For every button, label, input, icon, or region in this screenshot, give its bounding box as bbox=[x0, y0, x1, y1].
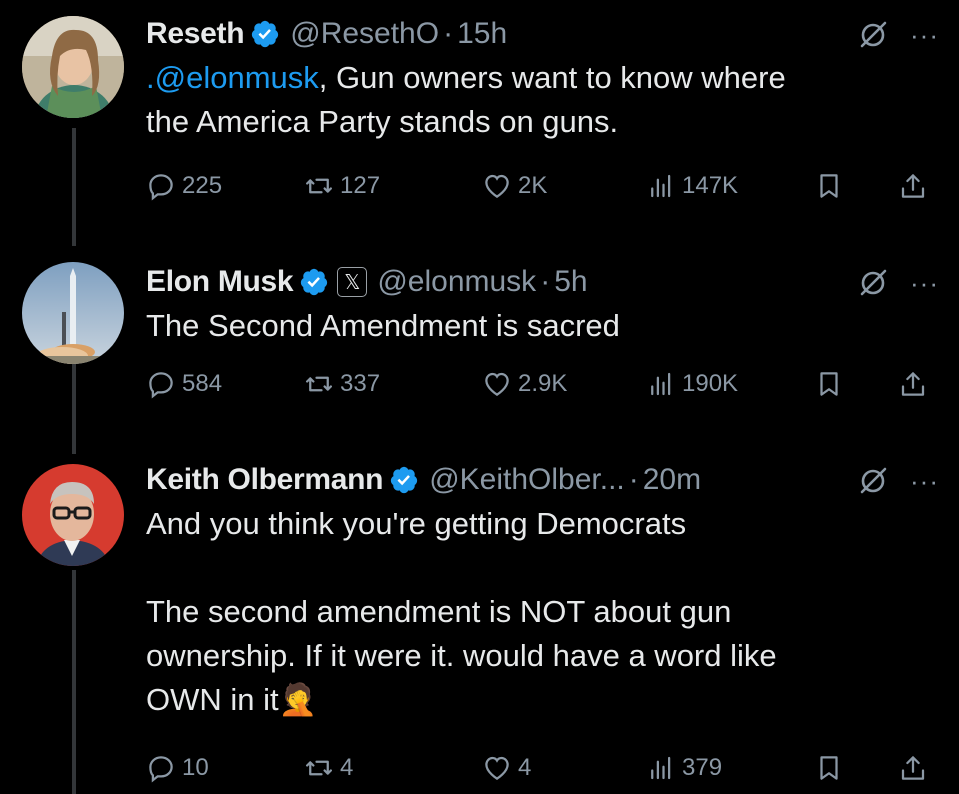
action-bar: 10 4 4 379 bbox=[146, 748, 941, 788]
grok-icon[interactable] bbox=[858, 466, 888, 496]
tweet-reseth[interactable]: Reseth @ResethO · 15h ··· .@elonmusk, Gu… bbox=[0, 0, 959, 250]
user-handle[interactable]: @KeithOlber... bbox=[429, 463, 625, 497]
repost-icon bbox=[306, 376, 332, 392]
avatar-keith-olbermann[interactable] bbox=[22, 464, 124, 566]
avatar-reseth[interactable] bbox=[22, 16, 124, 118]
share-button[interactable] bbox=[898, 753, 928, 783]
mention-link[interactable]: .@elonmusk bbox=[146, 60, 319, 95]
tweet-text: The Second Amendment is sacred bbox=[146, 308, 620, 343]
tweet-text: .@elonmusk, Gun owners want to know wher… bbox=[146, 60, 786, 139]
reply-icon bbox=[149, 174, 173, 201]
timestamp[interactable]: 5h bbox=[554, 265, 587, 299]
share-icon bbox=[901, 174, 925, 198]
avatar-elon-musk[interactable] bbox=[22, 262, 124, 364]
share-icon bbox=[901, 372, 925, 396]
repost-button[interactable]: 4 bbox=[304, 753, 353, 783]
views-icon bbox=[651, 174, 671, 198]
action-bar: 584 337 2.9K 190K bbox=[146, 364, 941, 404]
timestamp[interactable]: 20m bbox=[643, 463, 701, 497]
repost-count: 337 bbox=[340, 370, 381, 397]
verified-badge-icon bbox=[252, 20, 279, 48]
reply-button[interactable]: 10 bbox=[146, 753, 209, 783]
reply-icon bbox=[149, 756, 173, 783]
action-bar: 225 127 2K 147K bbox=[146, 166, 941, 206]
display-name[interactable]: Elon Musk bbox=[146, 265, 294, 299]
user-handle[interactable]: @ResethO bbox=[290, 17, 439, 51]
like-button[interactable]: 2.9K bbox=[482, 369, 567, 399]
like-count: 2.9K bbox=[518, 370, 568, 397]
facepalm-emoji: 🤦 bbox=[278, 682, 318, 718]
heart-icon bbox=[485, 174, 509, 198]
separator-dot: · bbox=[443, 17, 454, 50]
share-icon bbox=[901, 756, 925, 780]
views-icon bbox=[651, 756, 671, 780]
grok-icon[interactable] bbox=[858, 268, 888, 298]
display-name[interactable]: Keith Olbermann bbox=[146, 463, 384, 497]
tweet-elon-musk[interactable]: Elon Musk 𝕏 @elonmusk · 5h ··· The Secon… bbox=[0, 250, 959, 456]
reply-button[interactable]: 584 bbox=[146, 369, 222, 399]
verified-badge-icon bbox=[301, 268, 328, 296]
bookmark-icon bbox=[820, 174, 838, 198]
heart-icon bbox=[485, 756, 509, 780]
reply-count: 225 bbox=[182, 172, 223, 199]
bookmark-button[interactable] bbox=[814, 171, 844, 201]
view-count: 190K bbox=[682, 370, 739, 397]
repost-button[interactable]: 337 bbox=[304, 369, 380, 399]
timestamp[interactable]: 15h bbox=[457, 17, 507, 51]
like-button[interactable]: 4 bbox=[482, 753, 531, 783]
share-button[interactable] bbox=[898, 369, 928, 399]
view-count: 147K bbox=[682, 172, 739, 199]
more-options-icon[interactable]: ··· bbox=[910, 468, 939, 494]
display-name[interactable]: Reseth bbox=[146, 17, 245, 51]
like-count: 2K bbox=[518, 172, 548, 199]
tweet-text: And you think you're getting Democrats T… bbox=[146, 506, 777, 718]
reply-count: 584 bbox=[182, 370, 223, 397]
tweet-header: Elon Musk 𝕏 @elonmusk · 5h ··· bbox=[146, 262, 939, 302]
repost-count: 127 bbox=[340, 172, 381, 199]
like-count: 4 bbox=[518, 754, 532, 781]
share-button[interactable] bbox=[898, 171, 928, 201]
views-button[interactable]: 190K bbox=[646, 369, 738, 399]
views-button[interactable]: 147K bbox=[646, 171, 738, 201]
view-count: 379 bbox=[682, 754, 723, 781]
bookmark-icon bbox=[820, 756, 838, 780]
repost-count: 4 bbox=[340, 754, 354, 781]
reply-button[interactable]: 225 bbox=[146, 171, 222, 201]
repost-button[interactable]: 127 bbox=[304, 171, 380, 201]
x-affiliation-badge[interactable]: 𝕏 bbox=[337, 267, 368, 297]
bookmark-button[interactable] bbox=[814, 753, 844, 783]
repost-icon bbox=[306, 178, 332, 194]
bookmark-icon bbox=[820, 372, 838, 396]
more-options-icon[interactable]: ··· bbox=[910, 270, 939, 296]
reply-count: 10 bbox=[182, 754, 209, 781]
verified-badge-icon bbox=[391, 466, 418, 494]
views-icon bbox=[651, 372, 671, 396]
separator-dot: · bbox=[628, 463, 639, 496]
grok-icon[interactable] bbox=[858, 20, 888, 50]
user-handle[interactable]: @elonmusk bbox=[377, 265, 536, 299]
views-button[interactable]: 379 bbox=[646, 753, 722, 783]
repost-icon bbox=[306, 760, 332, 776]
heart-icon bbox=[485, 372, 509, 396]
tweet-keith-olbermann[interactable]: Keith Olbermann @KeithOlber... · 20m ···… bbox=[0, 456, 959, 794]
bookmark-button[interactable] bbox=[814, 369, 844, 399]
more-options-icon[interactable]: ··· bbox=[910, 22, 939, 48]
separator-dot: · bbox=[540, 265, 551, 298]
tweet-header: Keith Olbermann @KeithOlber... · 20m ··· bbox=[146, 460, 939, 500]
reply-icon bbox=[149, 372, 173, 399]
tweet-header: Reseth @ResethO · 15h ··· bbox=[146, 14, 939, 54]
like-button[interactable]: 2K bbox=[482, 171, 547, 201]
